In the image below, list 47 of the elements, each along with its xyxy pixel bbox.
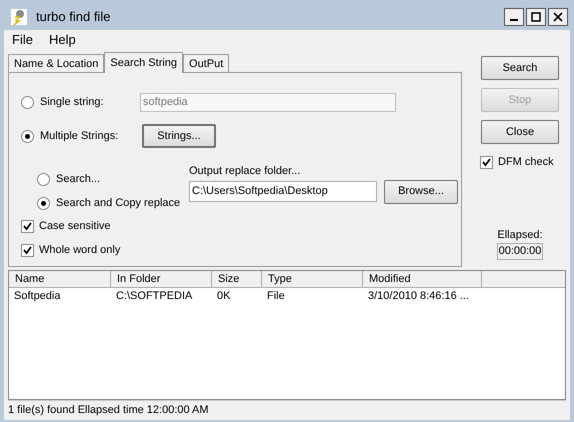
output-folder-field[interactable]: C:\Users\Softpedia\Desktop xyxy=(189,181,377,202)
radio-button[interactable] xyxy=(37,196,50,210)
table-cell-text: File xyxy=(266,289,286,304)
checkbox[interactable] xyxy=(21,244,34,257)
single-string-field[interactable]: softpedia xyxy=(140,92,396,112)
table-cell-text: C:\SOFTPEDIA xyxy=(115,289,194,304)
radio-button[interactable] xyxy=(21,96,34,108)
close-button[interactable] xyxy=(548,8,568,26)
strings-button[interactable]: Strings... xyxy=(142,124,216,148)
minimize-icon xyxy=(510,19,518,21)
column-header[interactable]: Name xyxy=(9,271,111,288)
radio-button[interactable] xyxy=(21,130,34,142)
table-cell-text: 0K xyxy=(216,289,232,304)
checkbox-label: Whole word only xyxy=(39,243,120,258)
output-folder-label: Output replace folder... xyxy=(189,164,302,179)
radio-label: Single string: xyxy=(40,94,105,110)
window-title: turbo find file xyxy=(36,8,110,26)
radio-label: Multiple Strings: xyxy=(40,128,120,144)
column-header[interactable]: Size xyxy=(212,271,262,288)
maximize-button[interactable] xyxy=(526,8,546,26)
close-icon xyxy=(553,12,563,22)
column-header[interactable]: Modified xyxy=(363,271,482,288)
radio-label: Search... xyxy=(56,172,100,187)
action-button[interactable]: Search xyxy=(481,56,559,80)
menu-item[interactable]: Help xyxy=(48,30,76,50)
checkbox[interactable] xyxy=(480,156,493,169)
maximize-icon xyxy=(531,12,541,22)
column-header[interactable]: In Folder xyxy=(111,271,212,288)
checkbox-label: Case sensitive xyxy=(39,219,111,234)
action-button[interactable]: Close xyxy=(481,120,559,144)
radio-label: Search and Copy replace xyxy=(56,196,180,211)
minimize-button[interactable] xyxy=(504,8,524,26)
browse-button[interactable]: Browse... xyxy=(384,180,458,204)
checkbox[interactable] xyxy=(21,220,34,233)
column-header[interactable]: Type xyxy=(262,271,363,288)
table-cell-text: 3/10/2010 8:46:16 ... xyxy=(367,289,470,304)
elapsed-label: Ellapsed: xyxy=(497,228,543,242)
elapsed-value: 00:00:00 xyxy=(496,243,544,260)
checkbox-label: DFM check xyxy=(498,155,554,170)
radio-button[interactable] xyxy=(37,172,50,186)
table-cell-text: Softpedia xyxy=(13,289,62,304)
tab[interactable]: Search String xyxy=(104,52,184,73)
menu-item[interactable]: File xyxy=(12,30,33,50)
app-icon xyxy=(10,8,28,26)
status-text: 1 file(s) found Ellapsed time 12:00:00 AM xyxy=(8,403,209,418)
tab[interactable]: Name & Location xyxy=(8,54,104,72)
tab[interactable]: OutPut xyxy=(183,54,230,72)
